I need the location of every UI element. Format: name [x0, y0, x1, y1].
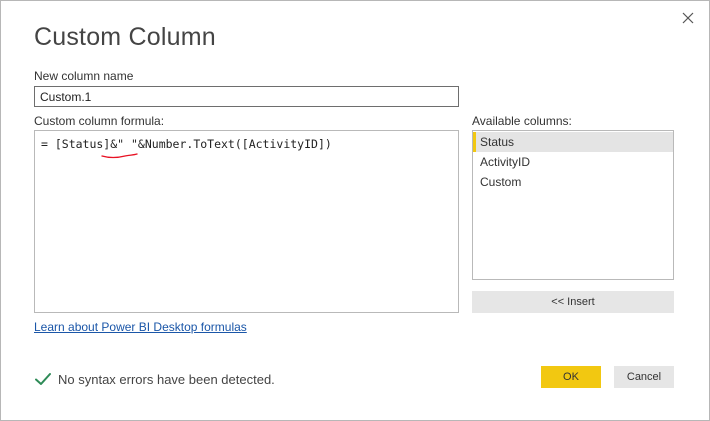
formula-text: = [Status]&" "&Number.ToText([ActivityID…: [41, 137, 332, 151]
learn-formulas-link[interactable]: Learn about Power BI Desktop formulas: [34, 320, 247, 334]
cancel-button[interactable]: Cancel: [614, 366, 674, 388]
syntax-status-text: No syntax errors have been detected.: [58, 371, 275, 387]
column-item-custom[interactable]: Custom: [473, 172, 673, 192]
checkmark-icon: [35, 373, 51, 385]
column-item-status[interactable]: Status: [473, 132, 673, 152]
formula-label: Custom column formula:: [34, 114, 165, 128]
new-column-name-label: New column name: [34, 69, 134, 83]
syntax-status: No syntax errors have been detected.: [34, 369, 275, 389]
dialog-title: Custom Column: [34, 23, 216, 51]
formula-editor[interactable]: = [Status]&" "&Number.ToText([ActivityID…: [34, 130, 459, 313]
available-columns-list: Status ActivityID Custom: [472, 130, 674, 280]
close-button[interactable]: [677, 7, 699, 29]
custom-column-dialog: Custom Column New column name Custom col…: [0, 0, 710, 421]
available-columns-label: Available columns:: [472, 114, 572, 128]
column-item-activityid[interactable]: ActivityID: [473, 152, 673, 172]
new-column-name-input[interactable]: [34, 86, 459, 107]
ok-button[interactable]: OK: [541, 366, 601, 388]
insert-button[interactable]: << Insert: [472, 291, 674, 313]
close-icon: [682, 12, 694, 24]
spelling-squiggle: [101, 153, 138, 159]
